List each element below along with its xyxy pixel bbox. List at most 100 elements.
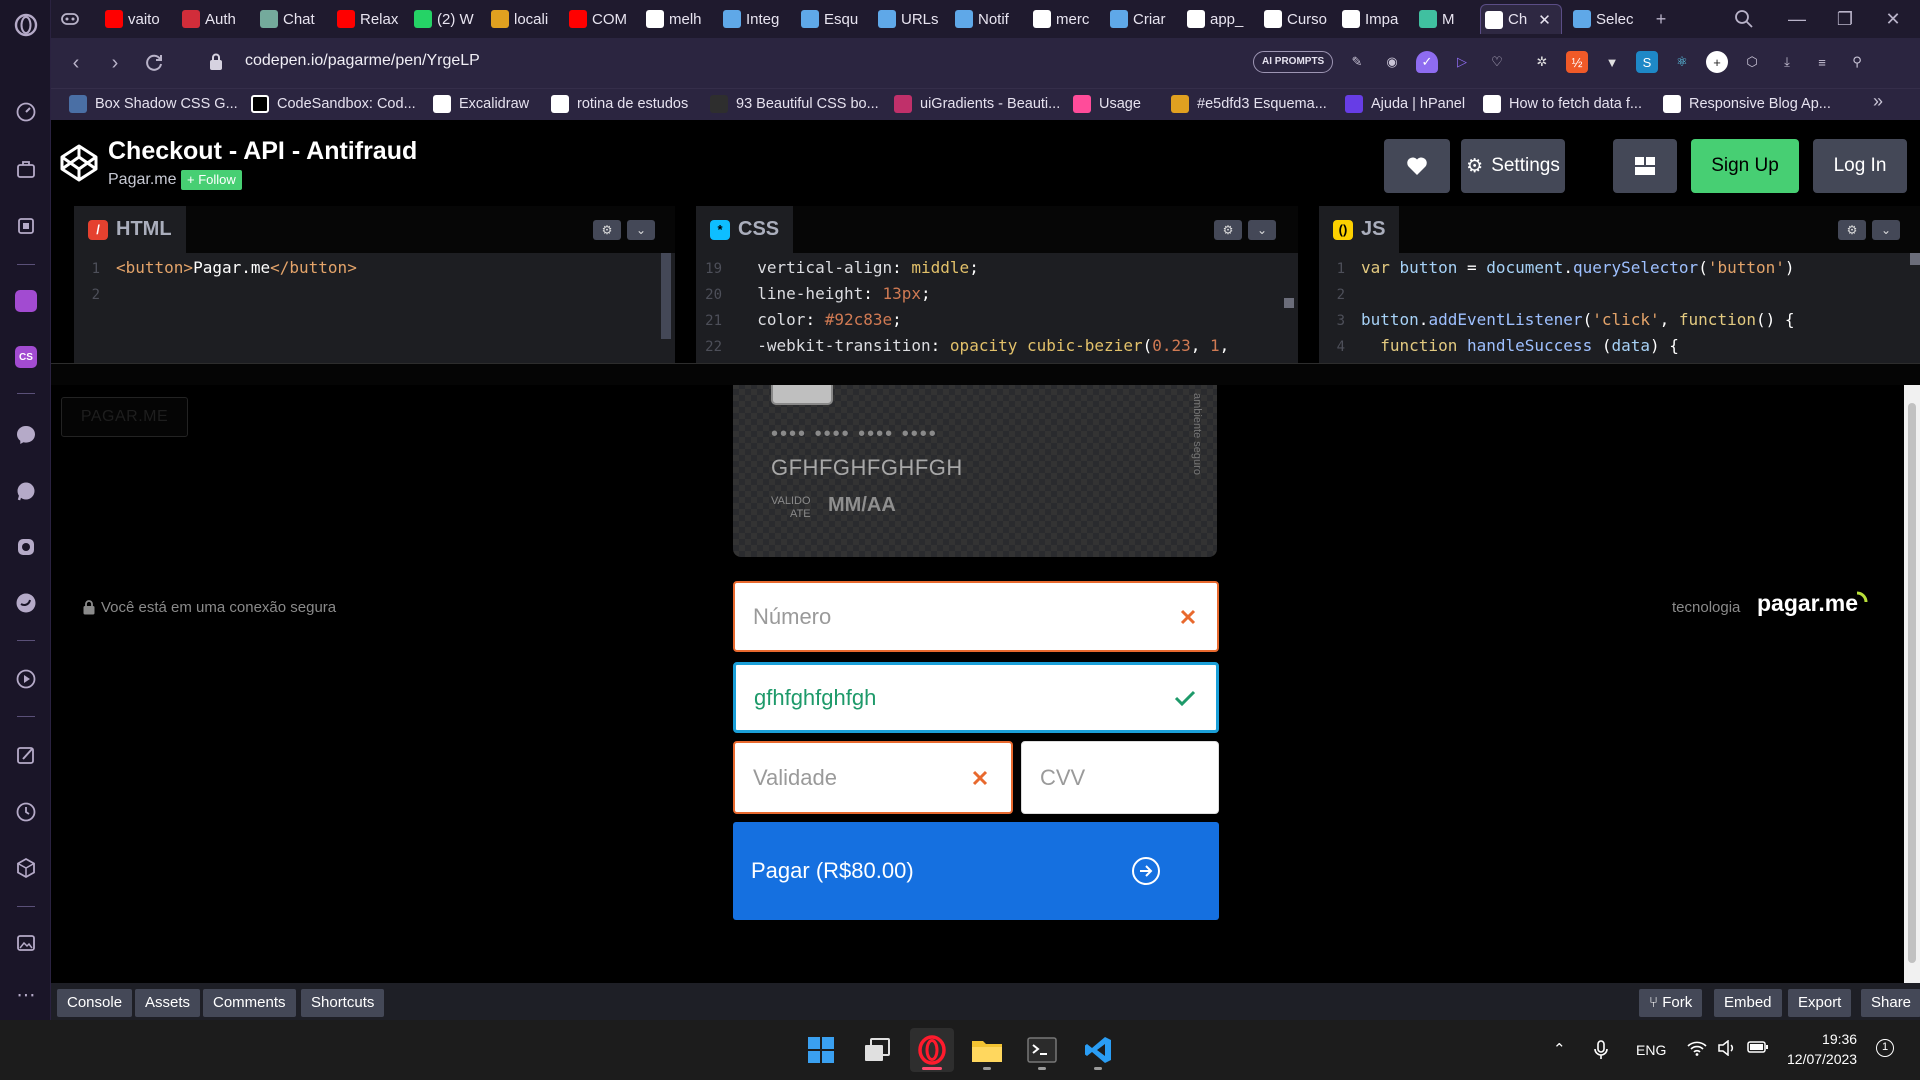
js-settings-icon[interactable]: ⚙ (1838, 220, 1866, 240)
bookmark-item[interactable]: Ajuda | hPanel (1345, 95, 1465, 113)
vpn-shield-icon[interactable]: ✓ (1416, 51, 1438, 73)
browser-tab[interactable]: vaito (101, 4, 174, 34)
extension-vue-icon[interactable]: ▼ (1601, 51, 1623, 73)
sign-up-button[interactable]: Sign Up (1691, 139, 1799, 193)
download-icon[interactable]: ⤓ (1776, 51, 1798, 73)
expiry-field[interactable]: Validade (733, 741, 1013, 814)
history-icon[interactable] (13, 799, 39, 825)
reload-button[interactable] (141, 50, 167, 76)
task-view-button[interactable] (855, 1028, 899, 1072)
css-settings-icon[interactable]: ⚙ (1214, 220, 1242, 240)
pen-author[interactable]: Pagar.me (108, 171, 176, 189)
browser-tab[interactable]: melh (642, 4, 715, 34)
follow-button[interactable]: + Follow (181, 170, 242, 190)
show-hidden-icons[interactable]: ⌃ (1553, 1040, 1566, 1058)
browser-tab[interactable]: merc (1029, 4, 1102, 34)
browser-tab[interactable]: Ch ✕ (1480, 4, 1562, 34)
shortcuts-button[interactable]: Shortcuts (301, 989, 385, 1017)
more-bookmarks-icon[interactable]: » (1873, 91, 1883, 112)
browser-tab[interactable]: Impa (1338, 4, 1411, 34)
wifi-icon[interactable] (1687, 1040, 1707, 1056)
log-in-button[interactable]: Log In (1813, 139, 1907, 193)
opera-taskbar-button[interactable] (910, 1028, 954, 1072)
notification-badge[interactable]: 1 (1876, 1039, 1894, 1057)
battery-icon[interactable] (1747, 1040, 1769, 1054)
browser-tab[interactable]: app_ (1183, 4, 1256, 34)
preview-resizer[interactable] (51, 363, 1920, 385)
extension-stylus-icon[interactable]: S (1636, 51, 1658, 73)
forward-button[interactable]: › (102, 50, 128, 76)
close-tab-icon[interactable]: ✕ (1538, 11, 1551, 29)
search-tabs-icon[interactable] (1733, 6, 1759, 32)
back-button[interactable]: ‹ (63, 50, 89, 76)
js-collapse-icon[interactable]: ⌄ (1872, 220, 1900, 240)
heart-icon[interactable]: ♡ (1486, 51, 1508, 73)
bookmark-item[interactable]: Excalidraw (433, 95, 529, 113)
new-tab-button[interactable]: + (1648, 6, 1674, 32)
workspace-cs-icon[interactable]: CS (13, 344, 39, 370)
pinboard-icon[interactable] (13, 742, 39, 768)
bookmark-item[interactable]: How to fetch data f... (1483, 95, 1642, 113)
browser-tab[interactable]: Auth (178, 4, 252, 34)
card-name-field[interactable]: gfhfghfghfgh (733, 662, 1219, 733)
terminal-button[interactable] (1020, 1028, 1064, 1072)
tab-menu-icon[interactable] (59, 6, 85, 32)
bookmark-item[interactable]: Usage (1073, 95, 1141, 113)
extension-react-icon[interactable]: ⚛ (1671, 51, 1693, 73)
extension-add-icon[interactable]: + (1706, 51, 1728, 73)
lock-icon[interactable] (209, 53, 223, 71)
microphone-icon[interactable] (1594, 1040, 1608, 1060)
css-editor-tab[interactable]: * CSS (696, 206, 794, 253)
start-button[interactable] (799, 1028, 843, 1072)
bookmark-item[interactable]: Responsive Blog Ap... (1663, 95, 1831, 113)
workspace-icon[interactable] (13, 157, 39, 183)
pen-title[interactable]: Checkout - API - Antifraud (108, 137, 417, 166)
ai-prompts-button[interactable]: AI PROMPTS (1253, 51, 1334, 73)
bookmark-item[interactable]: CodeSandbox: Cod... (251, 95, 416, 113)
whatsapp-icon[interactable] (13, 478, 39, 504)
browser-tab[interactable]: (2) W (410, 4, 483, 34)
bookmark-item[interactable]: uiGradients - Beauti... (894, 95, 1060, 113)
browser-tab[interactable]: URLs (874, 4, 947, 34)
extensions-cube-icon[interactable]: ⬡ (1741, 51, 1763, 73)
workspace-chip-icon[interactable] (13, 213, 39, 239)
instagram-icon[interactable] (13, 534, 39, 560)
browser-tab[interactable]: Relax (333, 4, 406, 34)
assets-button[interactable]: Assets (135, 989, 201, 1017)
share-button[interactable]: Share (1861, 989, 1920, 1017)
pagar-me-button[interactable]: PAGAR.ME (61, 397, 188, 437)
browser-tab[interactable]: Chat (256, 4, 329, 34)
extensions-icon[interactable] (13, 855, 39, 881)
browser-tab[interactable]: locali (487, 4, 561, 34)
extension-figma-icon[interactable]: ½ (1566, 51, 1588, 73)
fork-button[interactable]: ⑂ Fork (1639, 989, 1703, 1017)
browser-tab[interactable]: Selec (1569, 4, 1639, 34)
html-editor-tab[interactable]: / HTML (74, 206, 186, 253)
css-collapse-icon[interactable]: ⌄ (1248, 220, 1276, 240)
html-settings-icon[interactable]: ⚙ (593, 220, 621, 240)
html-code-area[interactable]: 1 <button>Pagar.me</button> 2 (74, 253, 675, 363)
vscode-button[interactable] (1076, 1028, 1120, 1072)
extension-bug-icon[interactable]: ✲ (1531, 51, 1553, 73)
edit-icon[interactable]: ✎ (1346, 51, 1368, 73)
pay-button[interactable]: Pagar (R$80.00) (733, 822, 1219, 920)
browser-tab[interactable]: M (1415, 4, 1476, 34)
embed-button[interactable]: Embed (1714, 989, 1782, 1017)
html-collapse-icon[interactable]: ⌄ (627, 220, 655, 240)
player-icon[interactable] (13, 666, 39, 692)
send-icon[interactable]: ▷ (1451, 51, 1473, 73)
card-number-field[interactable]: Número (733, 581, 1219, 652)
url-field[interactable]: codepen.io/pagarme/pen/YrgeLP (245, 52, 480, 70)
close-window-button[interactable]: ✕ (1880, 6, 1906, 32)
opera-logo-icon[interactable] (13, 12, 39, 38)
layout-button[interactable] (1613, 139, 1677, 193)
browser-tab[interactable]: Integ (719, 4, 793, 34)
bookmark-item[interactable]: rotina de estudos (551, 95, 688, 113)
minimize-button[interactable]: — (1784, 6, 1810, 32)
cvv-field[interactable]: CVV (1021, 741, 1219, 814)
export-button[interactable]: Export (1788, 989, 1852, 1017)
browser-tab[interactable]: Notif (951, 4, 1025, 34)
gallery-icon[interactable] (13, 930, 39, 956)
speed-dial-icon[interactable] (13, 99, 39, 125)
settings-button[interactable]: ⚙ Settings (1461, 139, 1565, 193)
